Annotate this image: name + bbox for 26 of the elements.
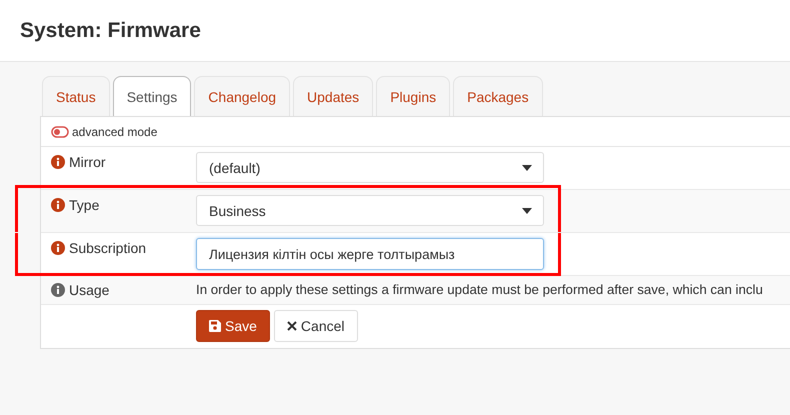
input-field[interactable]: Лицензия кілтін осы жерге толтырамыз [196, 238, 544, 270]
tab[interactable]: Plugins [376, 76, 450, 116]
close-icon [286, 321, 297, 331]
caret-icon [522, 164, 532, 170]
toggle-switch[interactable] [51, 126, 69, 138]
toggle-label: advanced mode [72, 124, 158, 138]
dropdown[interactable]: Business [196, 195, 544, 226]
info-icon[interactable] [51, 198, 65, 212]
usage-text: In order to apply these settings a firmware update must be performed after save, which can inclu [196, 281, 764, 297]
field-label: Usage [69, 282, 110, 298]
cancel-button[interactable]: Cancel [274, 310, 358, 342]
field-label: Subscription [69, 240, 146, 256]
info-icon[interactable] [51, 155, 65, 169]
dropdown[interactable]: (default) [196, 152, 544, 183]
field-label: Type [69, 197, 100, 213]
tab[interactable]: Settings [112, 76, 192, 116]
tab[interactable]: Packages [453, 76, 543, 116]
info-icon[interactable] [51, 241, 65, 255]
caret-icon [522, 208, 532, 214]
info-icon[interactable] [51, 283, 65, 297]
page-title: System: Firmware [20, 18, 201, 42]
tab[interactable]: Updates [293, 76, 374, 116]
field-label: Mirror [69, 154, 106, 170]
save-button[interactable]: Save [196, 310, 270, 342]
tab[interactable]: Changelog [194, 76, 290, 116]
tab[interactable]: Status [42, 76, 110, 116]
